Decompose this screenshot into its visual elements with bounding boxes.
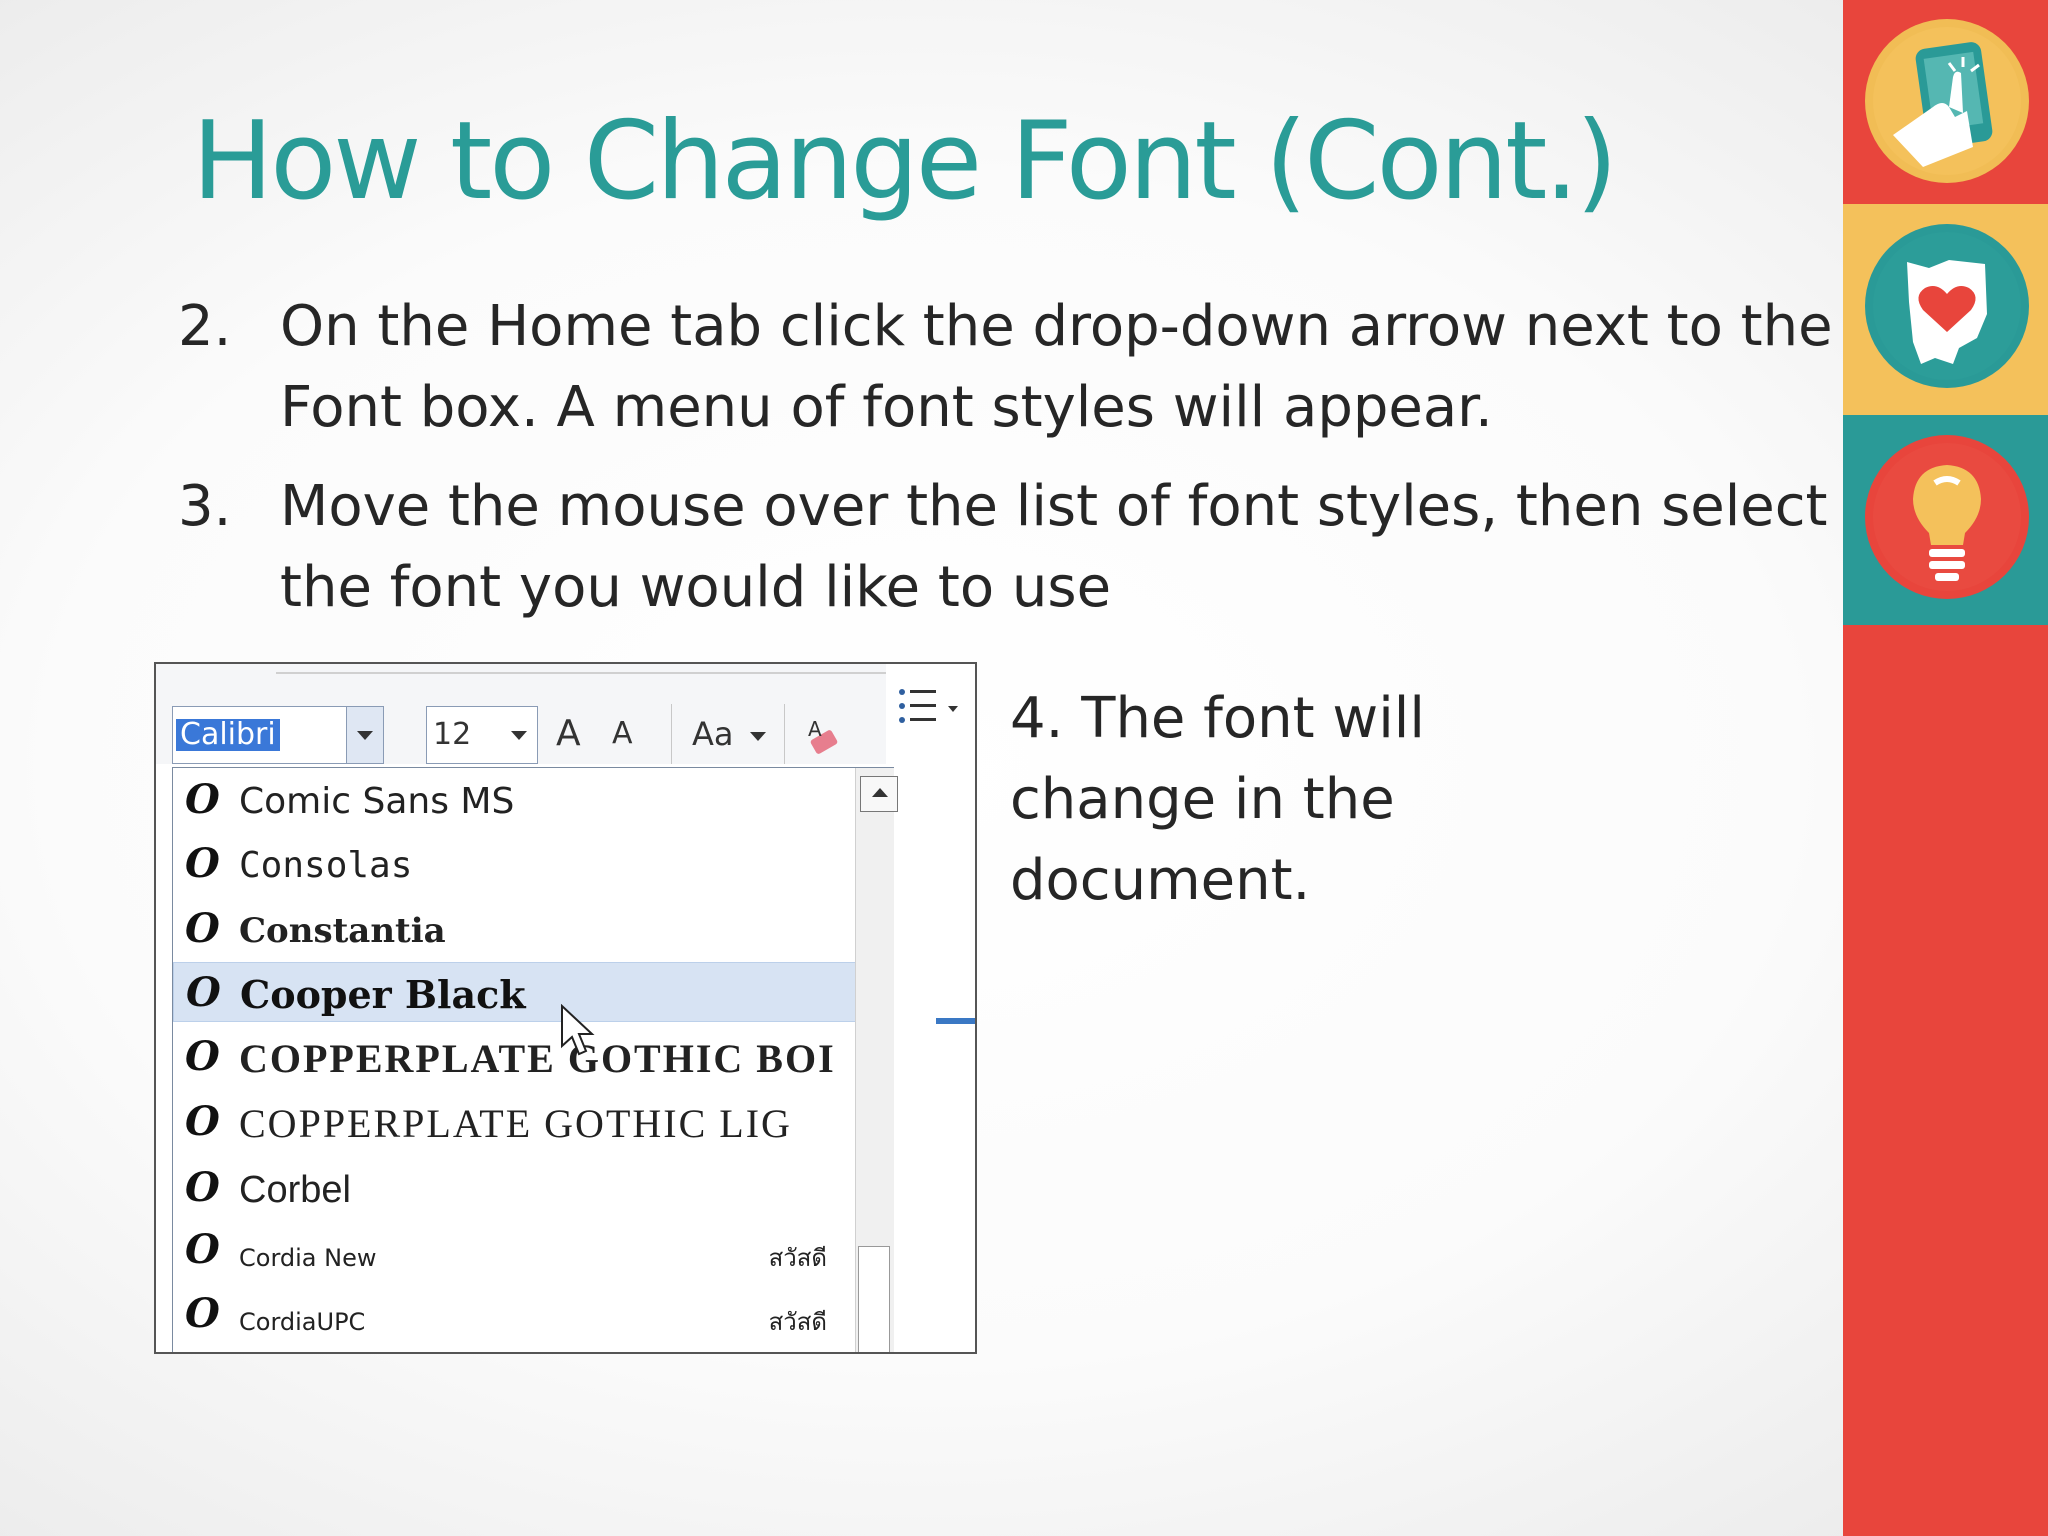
- font-item-cordia-new[interactable]: O Cordia New สวัสดี: [173, 1220, 885, 1280]
- scroll-up-button[interactable]: [860, 776, 898, 812]
- font-size-value: 12: [433, 717, 472, 752]
- chevron-up-icon: [872, 788, 888, 797]
- font-sample-text: สวัสดี: [768, 1244, 827, 1272]
- font-item-label: Corbel: [239, 1169, 351, 1211]
- font-item-label: Cooper Black: [240, 972, 526, 1017]
- opentype-font-icon: O: [185, 1033, 220, 1080]
- font-item-label: COPPERPLATE GOTHIC BOI: [239, 1036, 836, 1081]
- bullets-list-icon[interactable]: [896, 686, 966, 730]
- font-item-label: Comic Sans MS: [239, 781, 515, 822]
- opentype-font-icon: O: [185, 905, 220, 952]
- opentype-font-icon: O: [185, 776, 220, 823]
- step-text: On the Home tab click the drop-down arro…: [280, 294, 1833, 440]
- font-item-label: Constantia: [239, 911, 446, 951]
- step-number: 2.: [178, 294, 232, 359]
- chevron-down-icon: [750, 732, 766, 741]
- font-item-copperplate-bold[interactable]: O COPPERPLATE GOTHIC BOI: [173, 1027, 885, 1087]
- slide-title: How to Change Font (Cont.): [192, 99, 1618, 224]
- toolbar-separator: [784, 704, 785, 764]
- font-dropdown-list[interactable]: O Comic Sans MS O Consolas O Constantia …: [172, 767, 898, 1352]
- ruler-marker: [936, 1018, 975, 1024]
- lightbulb-icon: [1863, 433, 2031, 601]
- shrink-font-button[interactable]: A: [612, 710, 633, 758]
- opentype-font-icon: O: [185, 840, 220, 887]
- clear-formatting-icon[interactable]: A: [804, 716, 844, 760]
- font-item-constantia[interactable]: O Constantia: [173, 899, 885, 959]
- font-item-consolas[interactable]: O Consolas: [173, 834, 885, 894]
- step-text: Move the mouse over the list of font sty…: [280, 474, 1828, 620]
- opentype-font-icon: O: [185, 1164, 220, 1211]
- chevron-down-icon: [357, 731, 373, 740]
- ribbon-divider: [276, 672, 975, 674]
- opentype-font-icon: O: [186, 969, 221, 1016]
- step-number: 3.: [178, 474, 232, 539]
- change-case-button[interactable]: Aa: [692, 710, 734, 758]
- font-name-value: Calibri: [176, 719, 280, 751]
- svg-text:A: A: [808, 717, 822, 741]
- font-size-box[interactable]: 12: [426, 706, 538, 764]
- decorative-sidebar: [1843, 0, 2048, 1536]
- font-dropdown-arrow[interactable]: [346, 707, 383, 763]
- font-name-box[interactable]: Calibri: [172, 706, 384, 764]
- font-item-cordiaupc[interactable]: O CordiaUPC สวัสดี: [173, 1284, 885, 1344]
- ribbon-right-edge: [886, 664, 975, 1352]
- opentype-font-icon: O: [185, 1226, 220, 1273]
- step-4: 4. The font will change in the document.: [1010, 686, 1425, 913]
- font-item-label: CordiaUPC: [239, 1308, 366, 1336]
- font-item-corbel[interactable]: O Corbel: [173, 1158, 885, 1218]
- mouse-cursor-icon: [561, 1004, 595, 1056]
- font-item-label: Cordia New: [239, 1244, 377, 1272]
- chevron-down-icon: [511, 731, 527, 740]
- opentype-font-icon: O: [185, 1098, 220, 1145]
- font-sample-text: สวัสดี: [768, 1308, 827, 1336]
- dropdown-scrollbar[interactable]: [855, 768, 898, 1352]
- grow-font-button[interactable]: A: [556, 710, 581, 758]
- ohio-heart-icon: [1863, 222, 2031, 390]
- tablet-touch-icon: [1863, 17, 2031, 185]
- font-item-label: Consolas: [239, 845, 413, 886]
- opentype-font-icon: O: [185, 1290, 220, 1337]
- toolbar-separator: [671, 704, 672, 764]
- font-item-comic-sans[interactable]: O Comic Sans MS: [173, 770, 885, 830]
- font-item-label: COPPERPLATE GOTHIC LIG: [239, 1101, 792, 1146]
- font-item-copperplate-light[interactable]: O COPPERPLATE GOTHIC LIG: [173, 1092, 885, 1152]
- scrollbar-thumb[interactable]: [858, 1246, 890, 1352]
- font-item-cooper-black[interactable]: O Cooper Black: [173, 962, 885, 1022]
